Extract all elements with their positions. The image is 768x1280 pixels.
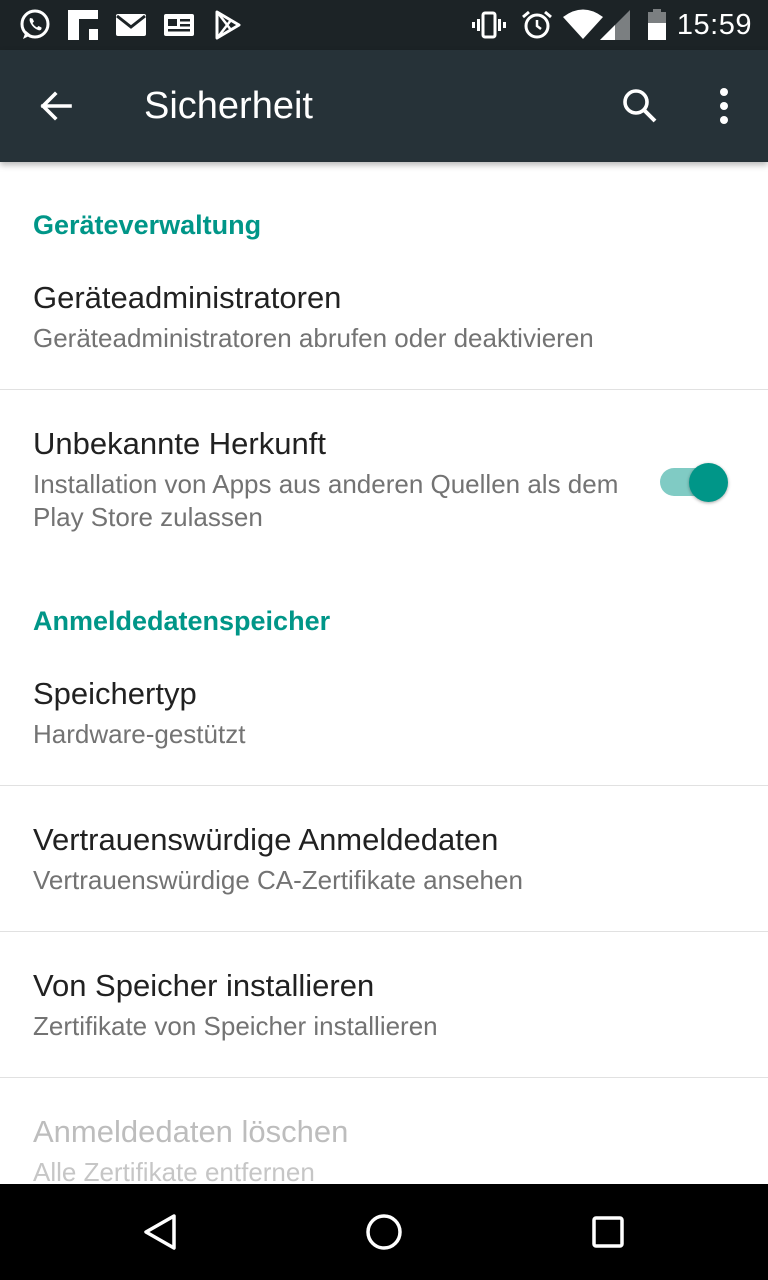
play-store-icon [215,10,241,40]
pref-summary: Zertifikate von Speicher installieren [33,1011,438,1041]
pref-clear-credentials: Anmeldedaten löschen Alle Zertifikate en… [0,1078,768,1184]
pref-title: Von Speicher installieren [33,968,375,1003]
nav-home-button[interactable] [354,1202,414,1262]
settings-screen: 15:59 Sicherheit Geräteverwaltung Geräte… [0,0,768,1280]
pref-device-administrators[interactable]: Geräteadministratoren Geräteadministrato… [0,262,768,388]
recents-square-icon [592,1216,624,1248]
pref-summary: Alle Zertifikate entfernen [33,1157,315,1184]
switch-thumb [689,463,728,502]
app-toolbar: Sicherheit [0,50,768,162]
signal-icon [600,10,630,40]
page-title: Sicherheit [144,85,313,127]
unknown-sources-switch[interactable] [656,460,734,504]
search-button[interactable] [612,78,668,134]
pref-unknown-sources[interactable]: Unbekannte Herkunft Installation von App… [0,390,768,570]
pref-summary: Hardware-gestützt [33,719,246,749]
pref-title: Vertrauenswürdige Anmeldedaten [33,822,499,857]
back-triangle-icon [144,1214,176,1250]
pref-title: Unbekannte Herkunft [33,426,326,461]
overflow-menu-button[interactable] [696,78,752,134]
category-header-device-admin: Geräteverwaltung [33,210,262,240]
nav-back-button[interactable] [130,1202,190,1262]
gmail-icon [116,14,146,36]
preference-list: Geräteverwaltung Geräteadministratoren G… [0,162,768,1184]
pref-summary: Vertrauenswürdige CA-Zertifikate ansehen [33,865,523,895]
pref-summary: Installation von Apps aus anderen Quelle… [33,469,619,532]
whatsapp-icon [20,9,50,39]
alarm-icon [522,10,552,39]
status-bar: 15:59 [0,0,768,50]
more-vert-icon [720,88,728,124]
pref-trusted-credentials[interactable]: Vertrauenswürdige Anmeldedaten Vertrauen… [0,786,768,930]
arrow-back-icon [40,91,72,121]
pref-title: Anmeldedaten löschen [33,1114,349,1149]
search-icon [623,89,657,123]
news-icon [164,14,194,36]
pref-storage-type[interactable]: Speichertyp Hardware-gestützt [0,658,768,784]
pref-install-from-storage[interactable]: Von Speicher installieren Zertifikate vo… [0,932,768,1076]
pref-title: Geräteadministratoren [33,280,342,315]
nav-recents-button[interactable] [578,1202,638,1262]
back-button[interactable] [28,78,84,134]
status-time: 15:59 [676,9,752,41]
pref-summary: Geräteadministratoren abrufen oder deakt… [33,323,594,353]
category-header-credential-storage: Anmeldedatenspeicher [33,606,331,636]
battery-icon [648,9,666,40]
flipboard-icon [68,10,98,40]
vibrate-icon [472,11,506,39]
pref-title: Speichertyp [33,676,197,711]
navigation-bar [0,1184,768,1280]
home-circle-icon [366,1214,402,1250]
